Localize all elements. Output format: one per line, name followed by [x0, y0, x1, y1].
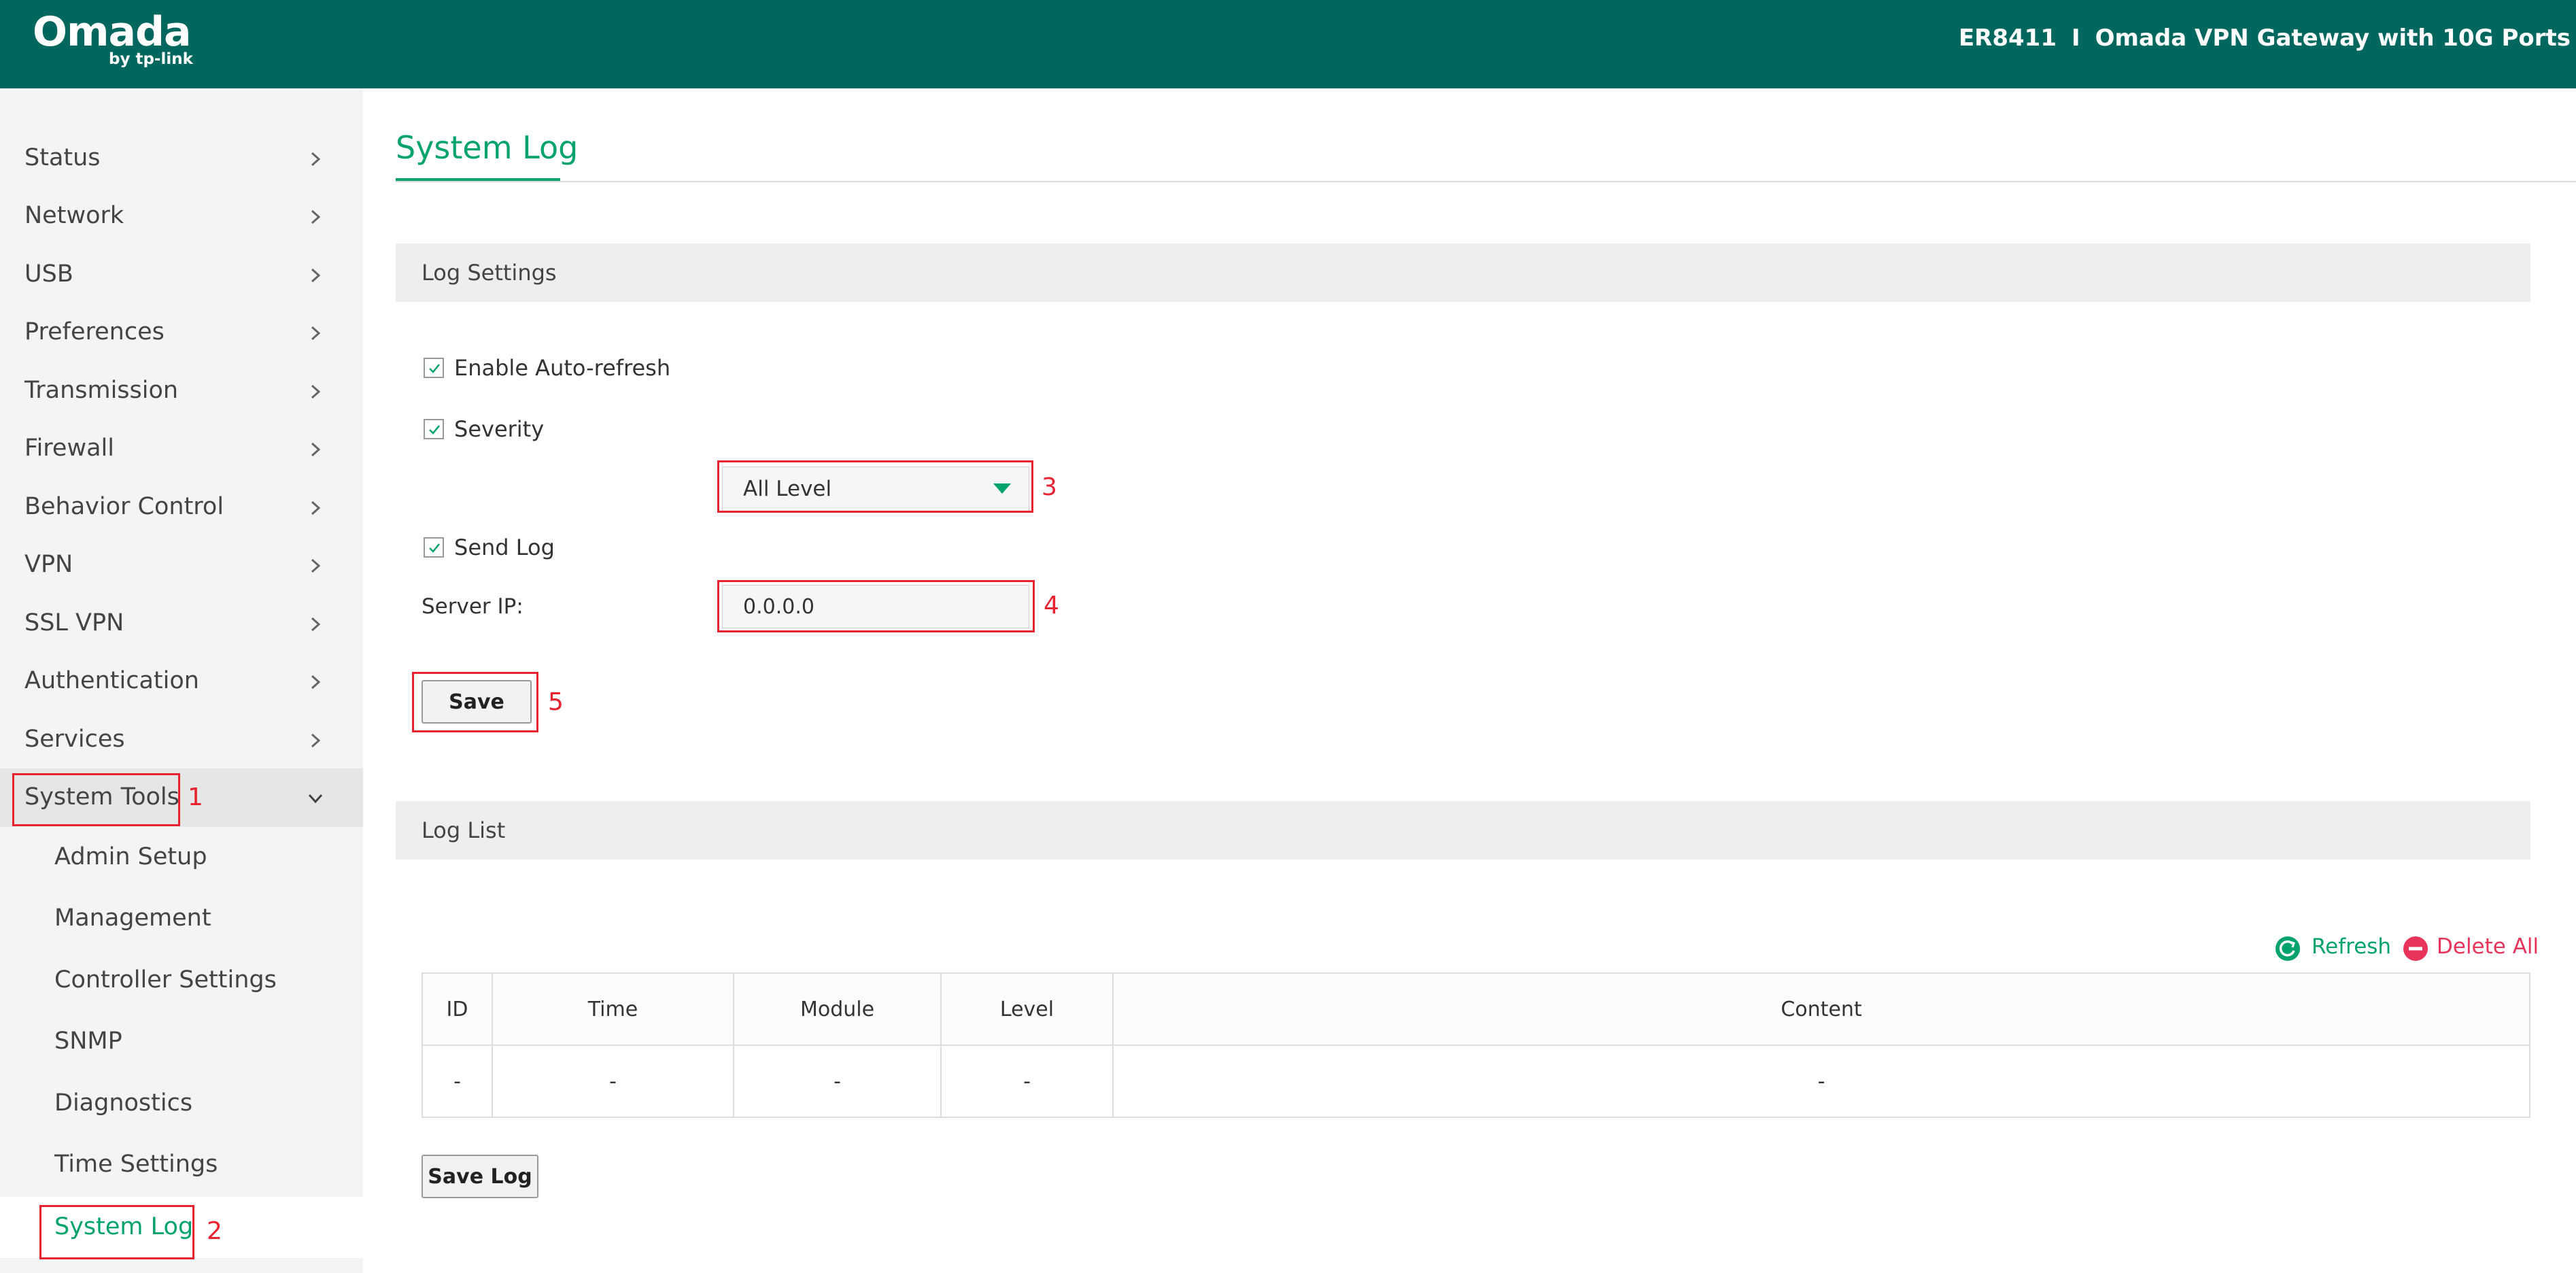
auto-refresh-checkbox[interactable] [424, 358, 444, 378]
page-title: System Log [396, 129, 579, 166]
product-info: ER8411 I Omada VPN Gateway with 10G Ports [1959, 24, 2571, 52]
chevron-right-icon [311, 152, 321, 167]
sidebar-subitem-snmp[interactable]: SNMP [0, 1011, 363, 1072]
sidebar-item-preferences[interactable]: Preferences [0, 303, 363, 362]
annotation-box-4 [717, 580, 1035, 632]
sidebar-item-label: SSL VPN [24, 609, 124, 636]
cell-time: - [492, 1045, 734, 1118]
section-title: Log Settings [422, 260, 557, 286]
sidebar-subitem-label: Time Settings [54, 1151, 218, 1178]
cell-module: - [733, 1045, 942, 1118]
model-name: ER8411 [1958, 24, 2057, 52]
sidebar-item-services[interactable]: Services [0, 711, 363, 769]
sidebar-subitem-diagnostics[interactable]: Diagnostics [0, 1073, 363, 1134]
sidebar-subitem-management[interactable]: Management [0, 888, 363, 949]
omada-logo: Omada by tp-link [33, 8, 196, 76]
log-list-header: Log List [396, 801, 2530, 860]
annotation-number-3: 3 [1042, 473, 1057, 501]
logo-main-text: Omada [33, 8, 191, 56]
auto-refresh-label: Enable Auto-refresh [454, 355, 671, 381]
annotation-box-3 [717, 460, 1033, 513]
send-log-label: Send Log [454, 534, 555, 560]
sidebar-item-ssl-vpn[interactable]: SSL VPN [0, 594, 363, 653]
annotation-box-2 [39, 1205, 194, 1259]
sidebar-item-authentication[interactable]: Authentication [0, 652, 363, 711]
sidebar-subitem-label: Diagnostics [54, 1089, 193, 1117]
log-list-table: ID Time Module Level Content - - - - - [422, 972, 2530, 1118]
sidebar-item-behavior-control[interactable]: Behavior Control [0, 478, 363, 537]
sidebar-item-usb[interactable]: USB [0, 245, 363, 304]
sidebar-item-label: Services [24, 726, 125, 753]
severity-label: Severity [454, 416, 545, 442]
sidebar-subitem-admin-setup[interactable]: Admin Setup [0, 827, 363, 888]
sidebar-item-vpn[interactable]: VPN [0, 536, 363, 594]
table-header-row: ID Time Module Level Content [422, 972, 2530, 1046]
sidebar: Status Network USB Preferences Transmiss… [0, 88, 363, 1273]
sidebar-item-label: Behavior Control [24, 493, 224, 520]
server-ip-label: Server IP: [422, 594, 523, 619]
sidebar-item-label: USB [24, 260, 73, 288]
checkmark-icon [429, 425, 440, 435]
sidebar-item-label: Firewall [24, 435, 114, 462]
checkmark-icon [429, 364, 440, 373]
top-header: Omada by tp-link ER8411 I Omada VPN Gatewa… [0, 0, 2576, 88]
chevron-right-icon [311, 268, 321, 283]
sidebar-subitem-controller-settings[interactable]: Controller Settings [0, 950, 363, 1011]
chevron-down-icon [308, 794, 323, 804]
column-header-module[interactable]: Module [733, 972, 942, 1046]
chevron-right-icon [311, 326, 321, 341]
annotation-number-5: 5 [548, 688, 564, 716]
send-log-checkbox[interactable] [424, 537, 444, 558]
sidebar-item-label: Transmission [24, 377, 179, 404]
refresh-link[interactable]: Refresh [2312, 934, 2391, 959]
column-header-id[interactable]: ID [422, 972, 493, 1046]
save-log-button[interactable]: Save Log [422, 1155, 538, 1198]
refresh-icon[interactable] [2275, 936, 2301, 962]
sidebar-item-label: Status [24, 144, 101, 171]
product-name: Omada VPN Gateway with 10G Ports [2095, 24, 2571, 52]
cell-level: - [940, 1045, 1114, 1118]
column-header-time[interactable]: Time [492, 972, 734, 1046]
delete-all-link[interactable]: Delete All [2437, 934, 2539, 959]
header-separator: I [2072, 24, 2080, 52]
log-settings-header: Log Settings [396, 243, 2530, 302]
sidebar-item-label: Preferences [24, 318, 165, 345]
checkmark-icon [429, 543, 440, 553]
annotation-box-1 [12, 773, 180, 826]
sidebar-subitem-label: SNMP [54, 1028, 122, 1055]
annotation-number-1: 1 [188, 783, 203, 811]
chevron-right-icon [311, 500, 321, 515]
sidebar-item-firewall[interactable]: Firewall [0, 420, 363, 478]
column-header-content[interactable]: Content [1112, 972, 2530, 1046]
section-title: Log List [422, 817, 506, 843]
annotation-box-5 [412, 672, 538, 732]
chevron-right-icon [311, 733, 321, 748]
sidebar-item-label: VPN [24, 551, 73, 578]
cell-id: - [422, 1045, 493, 1118]
sidebar-item-label: Network [24, 202, 124, 229]
sidebar-subitem-label: Admin Setup [54, 843, 207, 870]
logo-sub-text: by tp-link [109, 50, 193, 68]
chevron-right-icon [311, 442, 321, 457]
minus-circle-icon[interactable] [2403, 936, 2428, 962]
sidebar-subitem-label: Controller Settings [54, 966, 277, 994]
sidebar-subitem-label: Management [54, 904, 211, 932]
chevron-right-icon [311, 617, 321, 632]
chevron-right-icon [311, 558, 321, 573]
chevron-right-icon [311, 384, 321, 399]
sidebar-item-transmission[interactable]: Transmission [0, 362, 363, 420]
column-header-level[interactable]: Level [940, 972, 1114, 1046]
annotation-number-2: 2 [207, 1217, 222, 1245]
annotation-number-4: 4 [1044, 592, 1059, 619]
sidebar-item-network[interactable]: Network [0, 187, 363, 245]
chevron-right-icon [311, 675, 321, 690]
sidebar-item-status[interactable]: Status [0, 129, 363, 188]
table-row: - - - - - [422, 1045, 2530, 1118]
sidebar-subitem-time-settings[interactable]: Time Settings [0, 1134, 363, 1195]
severity-checkbox[interactable] [424, 419, 444, 439]
title-divider [396, 181, 2576, 182]
cell-content: - [1112, 1045, 2530, 1118]
chevron-right-icon [311, 209, 321, 224]
sidebar-item-label: Authentication [24, 667, 199, 694]
